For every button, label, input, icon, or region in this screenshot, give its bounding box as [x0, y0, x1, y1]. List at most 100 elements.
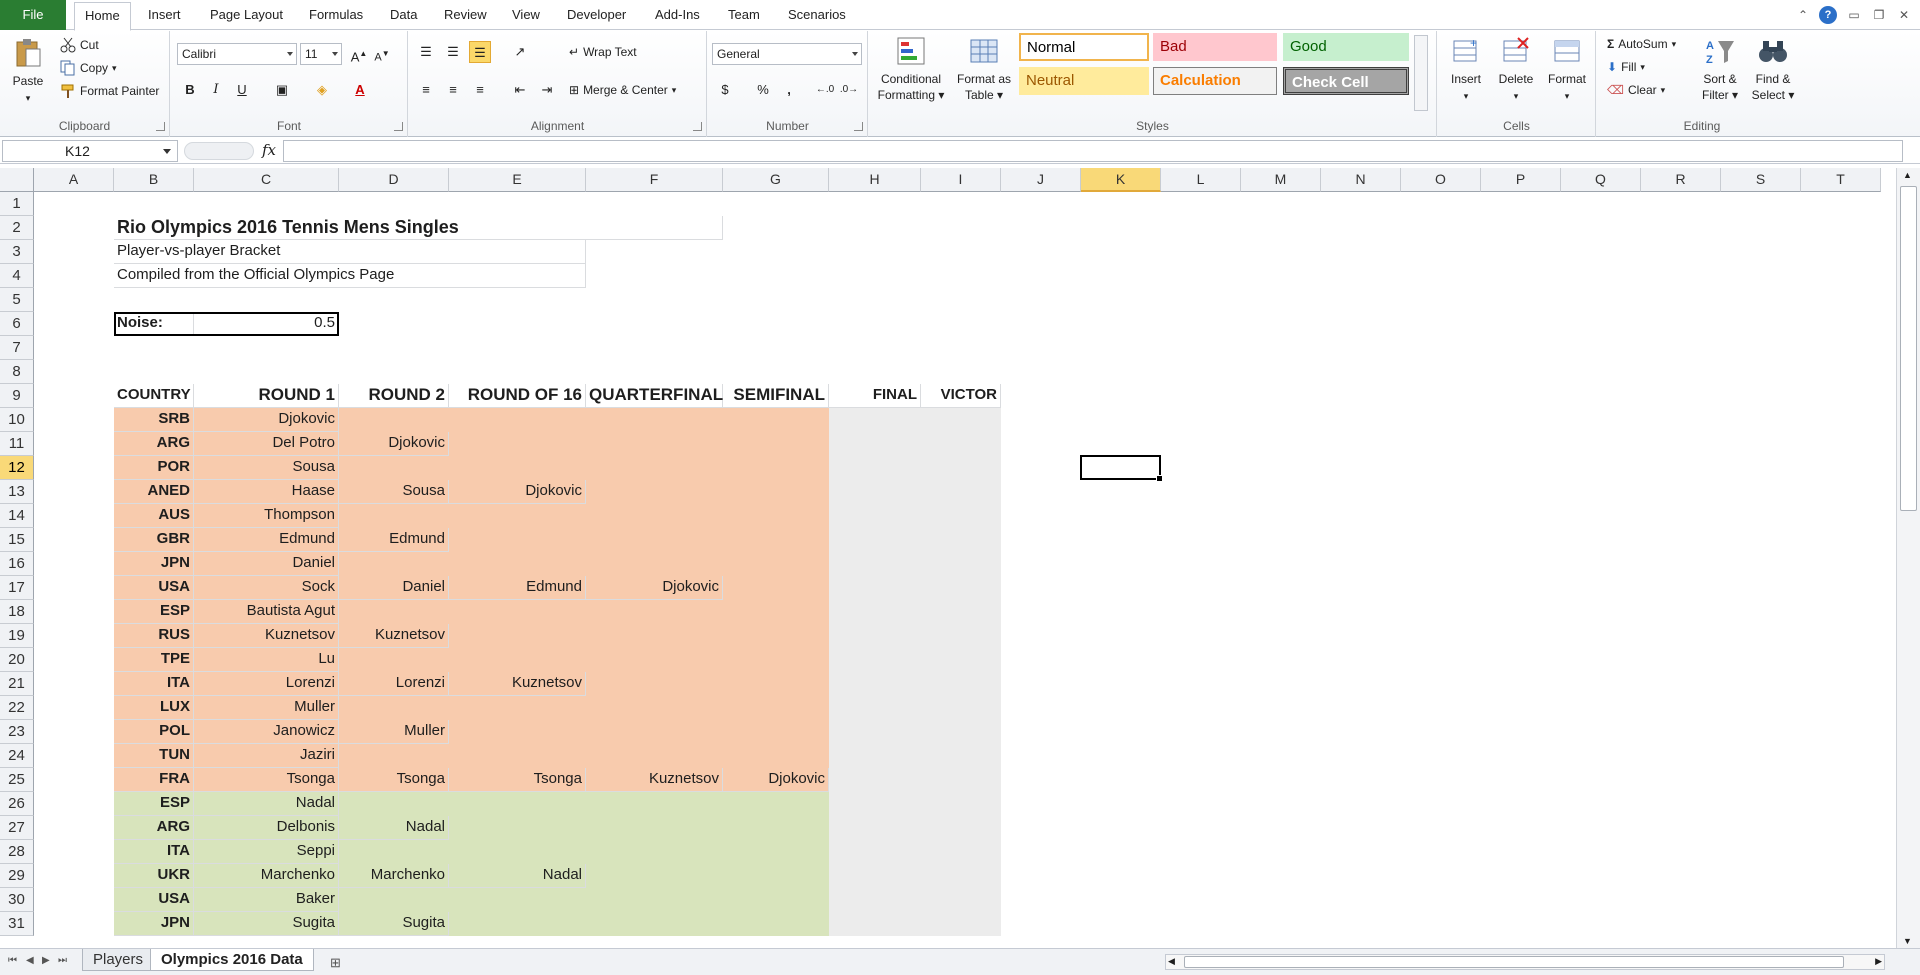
header-round-1[interactable]: ROUND 1: [194, 384, 339, 408]
header-victor[interactable]: VICTOR: [921, 384, 1001, 408]
increase-indent-button[interactable]: ⇥: [536, 79, 558, 101]
row-header-9[interactable]: 9: [0, 384, 34, 408]
conditional-formatting-button[interactable]: Conditional Formatting ▾: [875, 35, 947, 103]
cut-button[interactable]: Cut: [60, 37, 99, 53]
column-header-c[interactable]: C: [194, 168, 339, 192]
font-color-button[interactable]: A: [349, 79, 371, 101]
bracket-fill-cell[interactable]: [449, 432, 586, 456]
bracket-fill-cell[interactable]: [586, 528, 723, 552]
bracket-fill-cell[interactable]: [449, 624, 586, 648]
player-cell[interactable]: Edmund: [449, 576, 586, 600]
wrap-text-button[interactable]: ↵ Wrap Text: [569, 45, 637, 59]
horizontal-scrollbar[interactable]: ◀ ▶: [1165, 954, 1885, 970]
restore-window-icon[interactable]: ❐: [1870, 6, 1888, 24]
bracket-fill-cell[interactable]: [449, 528, 586, 552]
country-cell[interactable]: ESP: [114, 792, 194, 816]
font-name-select[interactable]: Calibri: [177, 43, 297, 65]
style-good[interactable]: Good: [1283, 33, 1409, 61]
row-header-25[interactable]: 25: [0, 768, 34, 792]
country-cell[interactable]: ARG: [114, 816, 194, 840]
increase-font-size-button[interactable]: A▲: [348, 43, 370, 65]
find-select-button[interactable]: Find & Select ▾: [1747, 35, 1799, 103]
player-cell[interactable]: Djokovic: [194, 408, 339, 432]
player-cell[interactable]: Marchenko: [194, 864, 339, 888]
bracket-fill-cell[interactable]: [723, 720, 829, 744]
row-header-23[interactable]: 23: [0, 720, 34, 744]
country-cell[interactable]: USA: [114, 576, 194, 600]
bracket-fill-cell[interactable]: [829, 888, 921, 912]
decrease-font-size-button[interactable]: A▼: [371, 43, 393, 65]
row-header-19[interactable]: 19: [0, 624, 34, 648]
row-header-2[interactable]: 2: [0, 216, 34, 240]
bracket-fill-cell[interactable]: [339, 648, 449, 672]
percent-button[interactable]: %: [752, 79, 774, 101]
align-center-button[interactable]: ≡: [442, 79, 464, 101]
player-cell[interactable]: Kuznetsov: [586, 768, 723, 792]
font-size-select[interactable]: 11: [300, 43, 342, 65]
player-cell[interactable]: Thompson: [194, 504, 339, 528]
row-header-13[interactable]: 13: [0, 480, 34, 504]
bracket-fill-cell[interactable]: [921, 864, 1001, 888]
bracket-fill-cell[interactable]: [829, 840, 921, 864]
bracket-fill-cell[interactable]: [829, 744, 921, 768]
insert-sheet-icon[interactable]: ⊞: [330, 955, 341, 971]
sheet-source-cell[interactable]: Compiled from the Official Olympics Page: [114, 264, 586, 288]
bracket-fill-cell[interactable]: [829, 792, 921, 816]
player-cell[interactable]: Janowicz: [194, 720, 339, 744]
bracket-fill-cell[interactable]: [723, 864, 829, 888]
bracket-fill-cell[interactable]: [921, 720, 1001, 744]
last-sheet-icon[interactable]: ⏭: [58, 955, 67, 966]
player-cell[interactable]: Djokovic: [339, 432, 449, 456]
bracket-fill-cell[interactable]: [829, 864, 921, 888]
bracket-fill-cell[interactable]: [723, 480, 829, 504]
worksheet-grid[interactable]: A B C D E F G H I J K L M N O P Q R S T 1 2 3 4 5 6 7 8 9 10 11 12 13 14 1…: [0, 168, 1897, 948]
player-cell[interactable]: Edmund: [194, 528, 339, 552]
paste-button[interactable]: Paste ▾: [6, 37, 50, 106]
bracket-fill-cell[interactable]: [921, 768, 1001, 792]
bracket-fill-cell[interactable]: [921, 672, 1001, 696]
bracket-fill-cell[interactable]: [829, 552, 921, 576]
align-bottom-button[interactable]: ☰: [469, 41, 491, 63]
tab-data[interactable]: Data: [380, 0, 427, 30]
row-header-4[interactable]: 4: [0, 264, 34, 288]
player-cell[interactable]: Edmund: [339, 528, 449, 552]
row-header-22[interactable]: 22: [0, 696, 34, 720]
row-header-10[interactable]: 10: [0, 408, 34, 432]
bracket-fill-cell[interactable]: [339, 504, 449, 528]
column-header-r[interactable]: R: [1641, 168, 1721, 192]
bracket-fill-cell[interactable]: [586, 840, 723, 864]
row-header-30[interactable]: 30: [0, 888, 34, 912]
row-header-16[interactable]: 16: [0, 552, 34, 576]
column-header-s[interactable]: S: [1721, 168, 1801, 192]
row-header-24[interactable]: 24: [0, 744, 34, 768]
player-cell[interactable]: Tsonga: [449, 768, 586, 792]
country-cell[interactable]: POL: [114, 720, 194, 744]
tab-home[interactable]: Home: [74, 2, 131, 31]
player-cell[interactable]: Bautista Agut: [194, 600, 339, 624]
align-right-button[interactable]: ≡: [469, 79, 491, 101]
bracket-fill-cell[interactable]: [921, 432, 1001, 456]
player-cell[interactable]: Djokovic: [586, 576, 723, 600]
first-sheet-icon[interactable]: ⏮: [8, 955, 17, 966]
bracket-fill-cell[interactable]: [586, 552, 723, 576]
tab-team[interactable]: Team: [718, 0, 770, 30]
bracket-fill-cell[interactable]: [586, 408, 723, 432]
bracket-fill-cell[interactable]: [586, 432, 723, 456]
bracket-fill-cell[interactable]: [586, 456, 723, 480]
column-header-i[interactable]: I: [921, 168, 1001, 192]
bracket-fill-cell[interactable]: [449, 816, 586, 840]
column-header-k[interactable]: K: [1081, 168, 1161, 192]
country-cell[interactable]: AUS: [114, 504, 194, 528]
column-header-p[interactable]: P: [1481, 168, 1561, 192]
row-header-3[interactable]: 3: [0, 240, 34, 264]
column-header-n[interactable]: N: [1321, 168, 1401, 192]
column-header-q[interactable]: Q: [1561, 168, 1641, 192]
bracket-fill-cell[interactable]: [723, 624, 829, 648]
tab-review[interactable]: Review: [434, 0, 497, 30]
tab-insert[interactable]: Insert: [138, 0, 191, 30]
bracket-fill-cell[interactable]: [921, 528, 1001, 552]
column-header-h[interactable]: H: [829, 168, 921, 192]
bracket-fill-cell[interactable]: [586, 720, 723, 744]
bracket-fill-cell[interactable]: [723, 912, 829, 936]
style-normal[interactable]: Normal: [1019, 33, 1149, 61]
